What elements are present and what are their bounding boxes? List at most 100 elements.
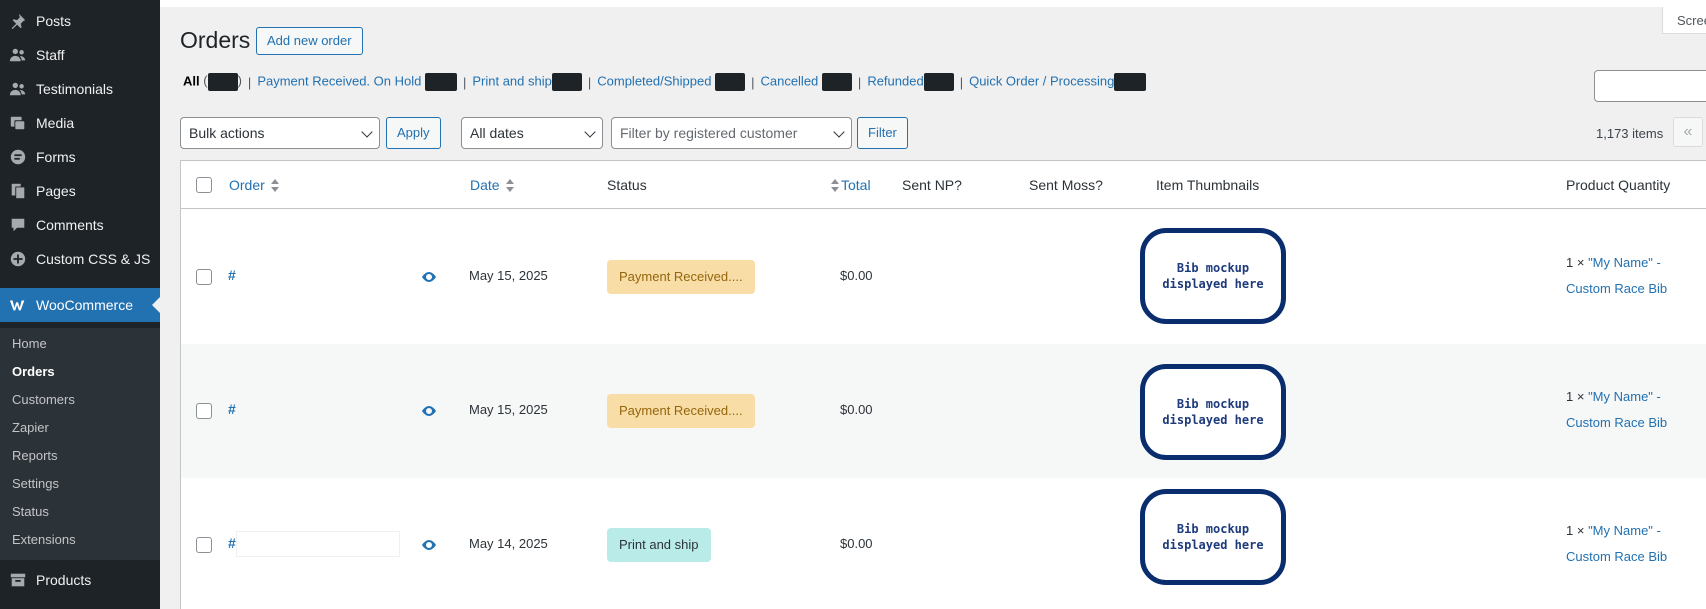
preview-eye-icon[interactable] xyxy=(421,271,437,286)
table-row[interactable]: # May 15, 2025 Payment Received.... $0.0… xyxy=(181,210,1706,344)
product-link[interactable]: "My Name" - xyxy=(1588,523,1661,538)
preview-eye-icon[interactable] xyxy=(421,539,437,554)
view-completed-shipped[interactable]: Completed/Shipped xyxy=(597,73,746,91)
sidebar-item-media[interactable]: Media xyxy=(0,106,160,140)
submenu-zapier[interactable]: Zapier xyxy=(12,418,49,438)
forms-icon xyxy=(0,148,36,166)
sidebar-item-label: Custom CSS & JS xyxy=(36,251,151,267)
sort-icon xyxy=(270,179,279,193)
view-all[interactable]: All () xyxy=(183,73,242,91)
view-print-and-ship[interactable]: Print and ship xyxy=(472,73,582,91)
sidebar-item-label: Media xyxy=(36,115,75,131)
add-new-order-button[interactable]: Add new order xyxy=(256,27,363,55)
sidebar-item-label: Staff xyxy=(36,47,65,63)
woocommerce-submenu: Home Orders Customers Zapier Reports Set… xyxy=(0,328,160,560)
submenu-settings[interactable]: Settings xyxy=(12,474,59,494)
table-header: Order Date Status Total Sent NP? Sent Mo… xyxy=(181,161,1706,209)
bib-thumbnail[interactable]: Bib mockup displayed here xyxy=(1140,228,1286,324)
column-sent-np: Sent NP? xyxy=(902,177,962,193)
sidebar-item-label: WooCommerce xyxy=(36,297,133,313)
top-strip xyxy=(160,0,1706,7)
search-orders-input[interactable] xyxy=(1594,70,1706,102)
sidebar-item-staff[interactable]: Staff xyxy=(0,38,160,72)
status-filter-views: All () | Payment Received. On Hold | Pri… xyxy=(183,73,1147,91)
product-link[interactable]: Custom Race Bib xyxy=(1566,281,1667,296)
view-refunded[interactable]: Refunded xyxy=(867,73,954,91)
sidebar-item-label: Forms xyxy=(36,149,76,165)
status-badge: Print and ship xyxy=(607,528,711,562)
column-total[interactable]: Total xyxy=(831,177,871,193)
dates-select[interactable]: All dates xyxy=(461,117,603,149)
filter-button[interactable]: Filter xyxy=(857,117,908,149)
order-number-link[interactable]: # xyxy=(228,267,236,283)
plus-icon xyxy=(0,250,36,268)
items-count: 1,173 items xyxy=(1596,126,1664,141)
column-sent-moss: Sent Moss? xyxy=(1029,177,1103,193)
row-checkbox[interactable] xyxy=(196,403,212,419)
preview-eye-icon[interactable] xyxy=(421,405,437,420)
status-badge: Payment Received.... xyxy=(607,260,755,294)
table-row[interactable]: # May 15, 2025 Payment Received.... $0.0… xyxy=(181,344,1706,478)
orders-table: Order Date Status Total Sent NP? Sent Mo… xyxy=(180,160,1706,609)
column-item-thumbnails: Item Thumbnails xyxy=(1156,177,1260,193)
sidebar-item-products[interactable]: Products xyxy=(0,563,160,597)
first-page-button[interactable]: « xyxy=(1673,117,1703,147)
product-quantity: 1 × "My Name" - Custom Race Bib xyxy=(1566,255,1668,296)
submenu-status[interactable]: Status xyxy=(12,502,49,522)
active-indicator xyxy=(152,297,160,313)
bib-thumbnail[interactable]: Bib mockup displayed here xyxy=(1140,364,1286,460)
page-title: Orders xyxy=(180,27,251,53)
column-date[interactable]: Date xyxy=(470,177,514,193)
sidebar-item-posts[interactable]: Posts xyxy=(0,4,160,38)
chevron-down-icon xyxy=(833,126,845,138)
order-date: May 15, 2025 xyxy=(469,268,548,283)
row-checkbox[interactable] xyxy=(196,269,212,285)
admin-sidebar: Posts Staff Testimonials Media Forms Pag… xyxy=(0,0,160,609)
product-link[interactable]: Custom Race Bib xyxy=(1566,549,1667,564)
product-link[interactable]: "My Name" - xyxy=(1588,255,1661,270)
sidebar-item-custom-css-js[interactable]: Custom CSS & JS xyxy=(0,242,160,276)
product-quantity: 1 × "My Name" - Custom Race Bib xyxy=(1566,523,1668,564)
chevron-down-icon xyxy=(361,126,373,138)
sidebar-item-comments[interactable]: Comments xyxy=(0,208,160,242)
submenu-reports[interactable]: Reports xyxy=(12,446,58,466)
column-product-quantity: Product Quantity xyxy=(1566,177,1671,193)
product-link[interactable]: "My Name" - xyxy=(1588,389,1661,404)
order-total: $0.00 xyxy=(840,402,873,417)
comments-icon xyxy=(0,216,36,234)
product-link[interactable]: Custom Race Bib xyxy=(1566,415,1667,430)
column-order[interactable]: Order xyxy=(229,177,279,193)
row-checkbox[interactable] xyxy=(196,537,212,553)
bib-thumbnail[interactable]: Bib mockup displayed here xyxy=(1140,489,1286,585)
submenu-customers[interactable]: Customers xyxy=(12,390,75,410)
submenu-home[interactable]: Home xyxy=(12,334,47,354)
order-number-link[interactable]: # xyxy=(228,401,236,417)
order-number-link[interactable]: # xyxy=(228,535,236,551)
sort-icon xyxy=(505,179,514,193)
redacted-order-name xyxy=(237,265,355,289)
apply-button[interactable]: Apply xyxy=(386,117,441,149)
staff-icon xyxy=(0,46,36,64)
sidebar-item-label: Products xyxy=(36,572,92,588)
sidebar-item-label: Posts xyxy=(36,13,72,29)
order-total: $0.00 xyxy=(840,536,873,551)
sidebar-item-forms[interactable]: Forms xyxy=(0,140,160,174)
submenu-extensions[interactable]: Extensions xyxy=(12,530,76,550)
sidebar-item-testimonials[interactable]: Testimonials xyxy=(0,72,160,106)
view-quick-order[interactable]: Quick Order / Processing xyxy=(969,73,1147,91)
sidebar-item-woocommerce[interactable]: WooCommerce xyxy=(0,288,160,322)
sidebar-item-label: Testimonials xyxy=(36,81,114,97)
sort-icon xyxy=(831,179,839,193)
testimonials-icon xyxy=(0,80,36,98)
screen-options-button[interactable]: Screen Options xyxy=(1662,7,1706,34)
view-cancelled[interactable]: Cancelled xyxy=(760,73,852,91)
table-row[interactable]: # May 14, 2025 Print and ship $0.00 Bib … xyxy=(181,478,1706,609)
media-icon xyxy=(0,114,36,132)
customer-filter-select[interactable]: Filter by registered customer xyxy=(611,117,852,149)
select-all-checkbox[interactable] xyxy=(196,177,212,193)
submenu-orders[interactable]: Orders xyxy=(12,362,55,382)
bulk-actions-select[interactable]: Bulk actions xyxy=(180,117,380,149)
sidebar-item-pages[interactable]: Pages xyxy=(0,174,160,208)
order-date: May 15, 2025 xyxy=(469,402,548,417)
view-payment-received[interactable]: Payment Received. On Hold xyxy=(257,73,457,91)
